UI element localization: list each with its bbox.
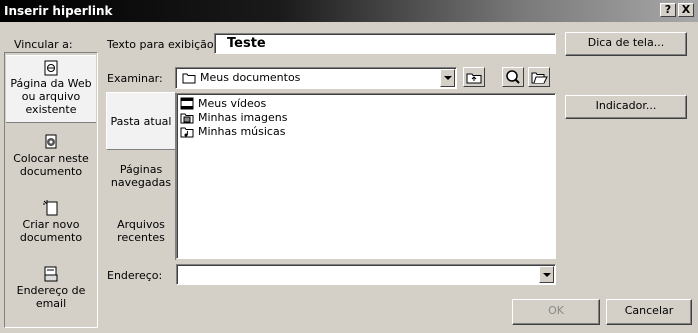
open-folder-icon (531, 72, 548, 84)
insert-hyperlink-dialog: Inserir hiperlink ? X Vincular a: Página… (0, 0, 698, 333)
browse-file-button[interactable] (528, 67, 550, 87)
search-web-button[interactable] (502, 67, 524, 87)
look-in-value: Meus documentos (200, 71, 301, 84)
link-to-pane: Página da Web ou arquivo existente Coloc… (4, 52, 98, 328)
web-page-icon (44, 60, 58, 76)
address-dropdown-arrow[interactable] (539, 266, 554, 283)
up-folder-icon (466, 73, 482, 84)
nav-current-folder[interactable]: Pasta atual (106, 92, 176, 150)
link-to-place-in-document-label: Colocar neste documento (13, 152, 89, 178)
text-to-display-label: Texto para exibição: (107, 38, 218, 51)
address-label: Endereço: (107, 269, 163, 282)
place-in-document-icon (45, 134, 57, 149)
list-item[interactable]: Minhas músicas (180, 125, 285, 139)
nav-browsed-pages[interactable]: Páginas navegadas (106, 158, 176, 198)
file-name: Minhas imagens (198, 111, 288, 124)
email-icon (44, 266, 58, 282)
look-in-dropdown-arrow[interactable] (440, 69, 455, 87)
file-name: Meus vídeos (198, 97, 267, 110)
browse-nav-pane: Pasta atual Páginas navegadas Arquivos r… (106, 92, 176, 260)
link-to-new-document-label: Criar novo documento (19, 218, 83, 244)
link-to-label: Vincular a: (14, 38, 73, 51)
look-in-label: Examinar: (107, 72, 163, 85)
nav-recent-files[interactable]: Arquivos recentes (106, 212, 176, 252)
help-button[interactable]: ? (660, 3, 676, 17)
list-item[interactable]: Meus vídeos (180, 97, 266, 111)
link-to-place-in-document[interactable]: Colocar neste documento (6, 133, 96, 189)
list-item[interactable]: Minhas imagens (180, 111, 287, 125)
look-in-combo[interactable]: Meus documentos (175, 67, 457, 89)
images-folder-icon (180, 113, 194, 124)
music-folder-icon (180, 127, 194, 138)
close-button[interactable]: X (678, 3, 694, 17)
link-to-email-address[interactable]: Endereço de email (6, 265, 96, 323)
link-to-email-address-label: Endereço de email (16, 284, 86, 310)
screen-tip-button[interactable]: Dica de tela... (565, 32, 687, 56)
search-web-icon (506, 70, 520, 84)
ok-button[interactable]: OK (512, 299, 600, 325)
link-to-new-document[interactable]: Criar novo documento (6, 199, 96, 255)
new-document-icon (43, 200, 58, 216)
folder-icon (182, 73, 196, 84)
cancel-button[interactable]: Cancelar (606, 299, 692, 325)
file-list[interactable]: Meus vídeos Minhas imagens Minhas música… (176, 93, 556, 259)
up-folder-button[interactable] (463, 67, 485, 87)
videos-folder-icon (180, 97, 194, 110)
file-name: Minhas músicas (198, 125, 286, 138)
bookmark-button[interactable]: Indicador... (565, 95, 687, 119)
text-to-display-input[interactable]: Teste (214, 33, 556, 54)
title-bar[interactable]: Inserir hiperlink (0, 0, 698, 22)
link-to-existing-file[interactable]: Página da Web ou arquivo existente (6, 55, 96, 123)
address-combo[interactable] (176, 264, 556, 285)
link-to-existing-file-label: Página da Web ou arquivo existente (10, 77, 92, 116)
dialog-title: Inserir hiperlink (4, 4, 113, 18)
